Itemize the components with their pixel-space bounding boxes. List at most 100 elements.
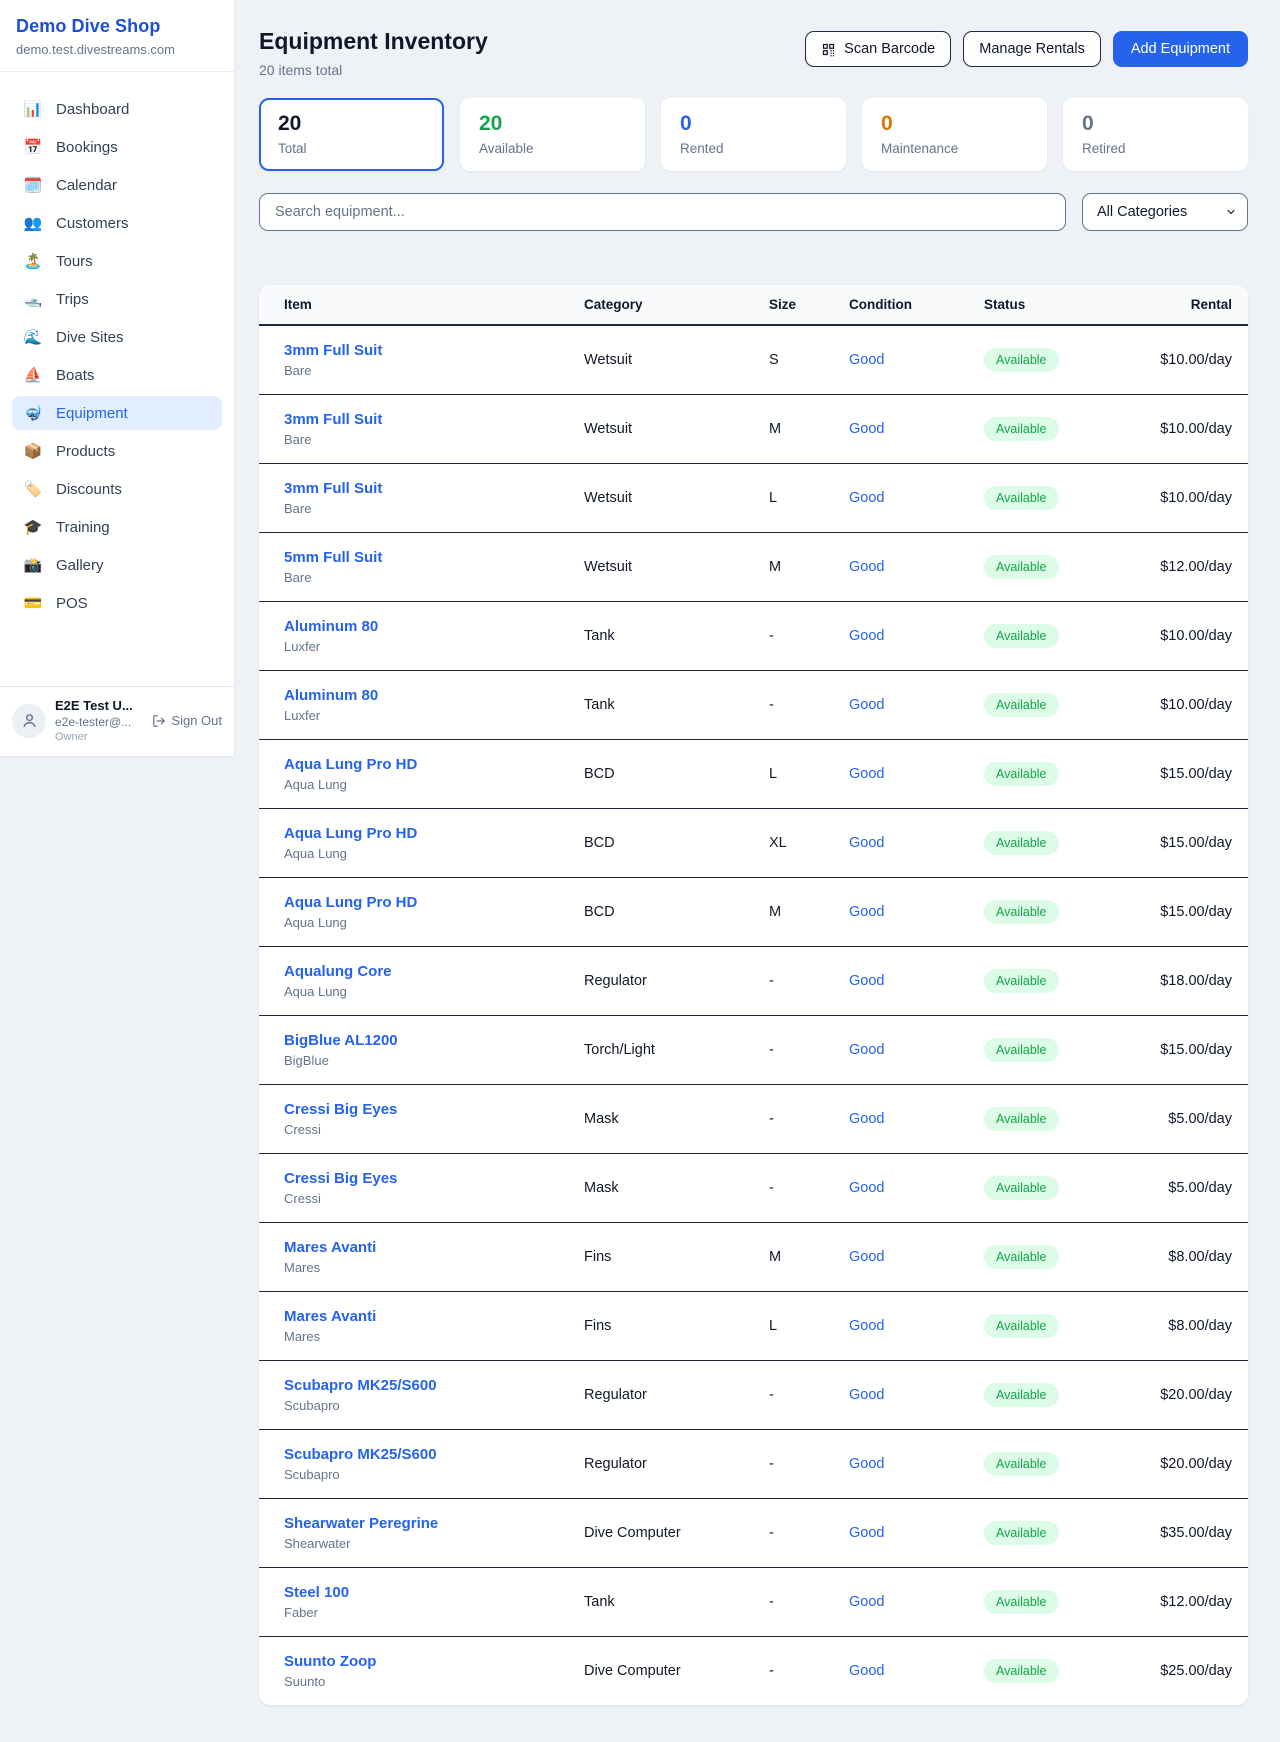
item-name-link[interactable]: Aluminum 80	[284, 686, 378, 705]
sidebar-item-boats[interactable]: ⛵ Boats	[12, 358, 222, 392]
tag-icon: 🏷️	[22, 480, 44, 498]
table-row[interactable]: Cressi Big Eyes Cressi Mask - Good Avail…	[259, 1154, 1248, 1223]
manage-rentals-button[interactable]: Manage Rentals	[963, 31, 1101, 67]
table-row[interactable]: Aluminum 80 Luxfer Tank - Good Available…	[259, 602, 1248, 671]
shop-name[interactable]: Demo Dive Shop	[16, 16, 218, 37]
condition-link[interactable]: Good	[849, 1111, 884, 1127]
item-name-link[interactable]: Mares Avanti	[284, 1307, 376, 1326]
condition-link[interactable]: Good	[849, 490, 884, 506]
condition-link[interactable]: Good	[849, 1180, 884, 1196]
sign-out-button[interactable]: Sign Out	[152, 713, 222, 728]
avatar	[12, 704, 46, 738]
table-row[interactable]: Shearwater Peregrine Shearwater Dive Com…	[259, 1499, 1248, 1568]
scan-barcode-button[interactable]: Scan Barcode	[805, 31, 951, 67]
condition-link[interactable]: Good	[849, 1663, 884, 1679]
table-row[interactable]: Scubapro MK25/S600 Scubapro Regulator - …	[259, 1430, 1248, 1499]
item-name-link[interactable]: 3mm Full Suit	[284, 410, 382, 429]
table-row[interactable]: BigBlue AL1200 BigBlue Torch/Light - Goo…	[259, 1016, 1248, 1085]
condition-link[interactable]: Good	[849, 766, 884, 782]
sidebar-item-pos[interactable]: 💳 POS	[12, 586, 222, 620]
rental-price: $15.00/day	[1160, 835, 1232, 851]
status-badge: Available	[984, 831, 1059, 855]
sidebar-item-gallery[interactable]: 📸 Gallery	[12, 548, 222, 582]
table-row[interactable]: 3mm Full Suit Bare Wetsuit S Good Availa…	[259, 325, 1248, 395]
sidebar-item-products[interactable]: 📦 Products	[12, 434, 222, 468]
sidebar-item-bookings[interactable]: 📅 Bookings	[12, 130, 222, 164]
table-row[interactable]: Aqua Lung Pro HD Aqua Lung BCD L Good Av…	[259, 740, 1248, 809]
sidebar-item-dive-sites[interactable]: 🌊 Dive Sites	[12, 320, 222, 354]
condition-link[interactable]: Good	[849, 1249, 884, 1265]
rental-price: $10.00/day	[1160, 490, 1232, 506]
stat-card-retired[interactable]: 0 Retired	[1063, 98, 1248, 171]
item-name-link[interactable]: Aqua Lung Pro HD	[284, 824, 417, 843]
item-name-link[interactable]: Cressi Big Eyes	[284, 1100, 397, 1119]
condition-link[interactable]: Good	[849, 1594, 884, 1610]
table-row[interactable]: Aluminum 80 Luxfer Tank - Good Available…	[259, 671, 1248, 740]
condition-link[interactable]: Good	[849, 421, 884, 437]
item-name-link[interactable]: Mares Avanti	[284, 1238, 376, 1257]
sidebar-item-dashboard[interactable]: 📊 Dashboard	[12, 92, 222, 126]
item-name-link[interactable]: Aqua Lung Pro HD	[284, 755, 417, 774]
condition-link[interactable]: Good	[849, 352, 884, 368]
add-equipment-button[interactable]: Add Equipment	[1113, 31, 1248, 67]
condition-link[interactable]: Good	[849, 559, 884, 575]
table-row[interactable]: Scubapro MK25/S600 Scubapro Regulator - …	[259, 1361, 1248, 1430]
stat-card-rented[interactable]: 0 Rented	[661, 98, 846, 171]
sidebar-item-equipment[interactable]: 🤿 Equipment	[12, 396, 222, 430]
table-row[interactable]: Aqua Lung Pro HD Aqua Lung BCD M Good Av…	[259, 878, 1248, 947]
sidebar-item-discounts[interactable]: 🏷️ Discounts	[12, 472, 222, 506]
item-name-link[interactable]: Scubapro MK25/S600	[284, 1445, 437, 1464]
stat-card-available[interactable]: 20 Available	[460, 98, 645, 171]
item-size: -	[769, 1430, 849, 1499]
item-brand: Suunto	[284, 1674, 584, 1690]
condition-link[interactable]: Good	[849, 1525, 884, 1541]
stat-card-total[interactable]: 20 Total	[259, 98, 444, 171]
item-name-link[interactable]: Cressi Big Eyes	[284, 1169, 397, 1188]
item-name-link[interactable]: 3mm Full Suit	[284, 341, 382, 360]
sidebar-item-calendar[interactable]: 🗓️ Calendar	[12, 168, 222, 202]
table-row[interactable]: Suunto Zoop Suunto Dive Computer - Good …	[259, 1637, 1248, 1706]
item-name-link[interactable]: Shearwater Peregrine	[284, 1514, 438, 1533]
condition-link[interactable]: Good	[849, 1456, 884, 1472]
table-row[interactable]: 5mm Full Suit Bare Wetsuit M Good Availa…	[259, 533, 1248, 602]
condition-link[interactable]: Good	[849, 835, 884, 851]
item-name-link[interactable]: BigBlue AL1200	[284, 1031, 398, 1050]
condition-link[interactable]: Good	[849, 904, 884, 920]
item-name-link[interactable]: Scubapro MK25/S600	[284, 1376, 437, 1395]
item-name-link[interactable]: Aqua Lung Pro HD	[284, 893, 417, 912]
item-name-link[interactable]: Aqualung Core	[284, 962, 392, 981]
table-row[interactable]: Aqualung Core Aqua Lung Regulator - Good…	[259, 947, 1248, 1016]
table-row[interactable]: Cressi Big Eyes Cressi Mask - Good Avail…	[259, 1085, 1248, 1154]
item-name-link[interactable]: 3mm Full Suit	[284, 479, 382, 498]
item-name-link[interactable]: 5mm Full Suit	[284, 548, 382, 567]
item-brand: Scubapro	[284, 1398, 584, 1414]
condition-link[interactable]: Good	[849, 697, 884, 713]
sidebar-item-trips[interactable]: 🛥️ Trips	[12, 282, 222, 316]
condition-link[interactable]: Good	[849, 1387, 884, 1403]
condition-link[interactable]: Good	[849, 628, 884, 644]
rental-price: $18.00/day	[1160, 973, 1232, 989]
table-row[interactable]: Steel 100 Faber Tank - Good Available $1…	[259, 1568, 1248, 1637]
search-input[interactable]	[259, 193, 1066, 231]
item-name-link[interactable]: Aluminum 80	[284, 617, 378, 636]
category-select[interactable]: All Categories	[1082, 193, 1248, 231]
condition-link[interactable]: Good	[849, 973, 884, 989]
status-badge: Available	[984, 762, 1059, 786]
rental-price: $5.00/day	[1168, 1180, 1232, 1196]
sidebar-item-customers[interactable]: 👥 Customers	[12, 206, 222, 240]
table-row[interactable]: Mares Avanti Mares Fins M Good Available…	[259, 1223, 1248, 1292]
condition-link[interactable]: Good	[849, 1042, 884, 1058]
status-badge: Available	[984, 1176, 1059, 1200]
stat-card-maintenance[interactable]: 0 Maintenance	[862, 98, 1047, 171]
table-row[interactable]: Mares Avanti Mares Fins L Good Available…	[259, 1292, 1248, 1361]
sidebar-item-tours[interactable]: 🏝️ Tours	[12, 244, 222, 278]
sidebar-item-training[interactable]: 🎓 Training	[12, 510, 222, 544]
table-row[interactable]: 3mm Full Suit Bare Wetsuit L Good Availa…	[259, 464, 1248, 533]
sidebar-item-label: Training	[56, 519, 110, 536]
item-name-link[interactable]: Steel 100	[284, 1583, 349, 1602]
item-size: M	[769, 533, 849, 602]
table-row[interactable]: 3mm Full Suit Bare Wetsuit M Good Availa…	[259, 395, 1248, 464]
item-name-link[interactable]: Suunto Zoop	[284, 1652, 376, 1671]
table-row[interactable]: Aqua Lung Pro HD Aqua Lung BCD XL Good A…	[259, 809, 1248, 878]
condition-link[interactable]: Good	[849, 1318, 884, 1334]
